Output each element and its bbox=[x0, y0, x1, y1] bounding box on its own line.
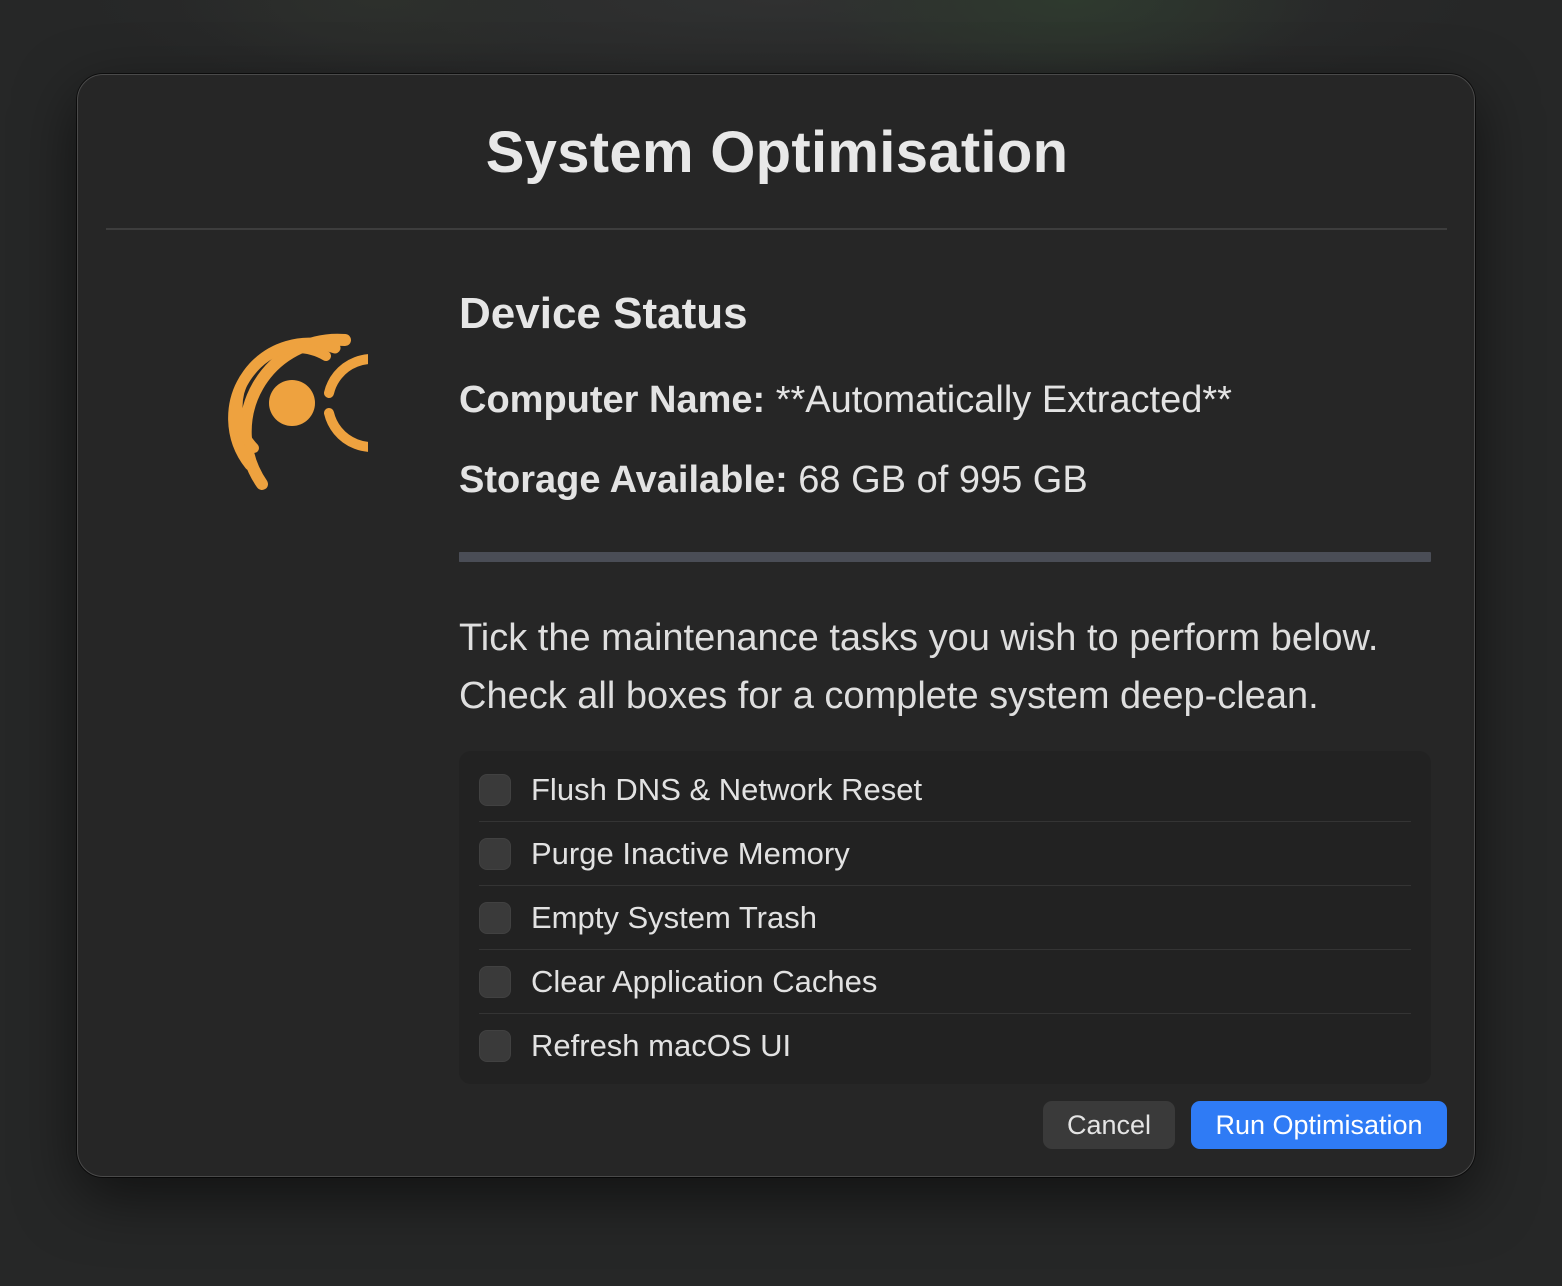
computer-name-label: Computer Name: bbox=[459, 379, 766, 421]
storage-row: Storage Available: 68 GB of 995 GB bbox=[459, 459, 1088, 502]
optimisation-dialog: System Optimisation Device Status Comput… bbox=[77, 74, 1475, 1177]
computer-name-row: Computer Name: **Automatically Extracted… bbox=[459, 379, 1232, 422]
run-optimisation-button[interactable]: Run Optimisation bbox=[1191, 1101, 1447, 1149]
cancel-button[interactable]: Cancel bbox=[1043, 1101, 1175, 1149]
storage-bar bbox=[459, 552, 1431, 562]
task-checkbox-flush-dns[interactable] bbox=[479, 774, 511, 806]
task-item-clear-caches[interactable]: Clear Application Caches bbox=[479, 950, 1411, 1014]
instructions-line-2: Check all boxes for a complete system de… bbox=[459, 675, 1319, 717]
task-item-flush-dns[interactable]: Flush DNS & Network Reset bbox=[479, 758, 1411, 822]
concentric-arcs-logo-icon bbox=[228, 333, 368, 490]
task-label: Purge Inactive Memory bbox=[531, 836, 850, 871]
task-checkbox-empty-trash[interactable] bbox=[479, 902, 511, 934]
task-label: Empty System Trash bbox=[531, 900, 817, 935]
storage-label: Storage Available: bbox=[459, 459, 788, 501]
task-label: Refresh macOS UI bbox=[531, 1028, 792, 1063]
device-status-heading: Device Status bbox=[459, 289, 748, 338]
task-item-empty-trash[interactable]: Empty System Trash bbox=[479, 886, 1411, 950]
instructions-text: Tick the maintenance tasks you wish to p… bbox=[459, 609, 1449, 725]
storage-value: 68 GB of 995 GB bbox=[798, 459, 1088, 501]
instructions-line-1: Tick the maintenance tasks you wish to p… bbox=[459, 617, 1379, 659]
task-checkbox-refresh-ui[interactable] bbox=[479, 1030, 511, 1062]
dialog-title: System Optimisation bbox=[485, 120, 1069, 185]
title-divider bbox=[106, 228, 1447, 230]
computer-name-value: **Automatically Extracted** bbox=[775, 379, 1232, 421]
task-item-purge-memory[interactable]: Purge Inactive Memory bbox=[479, 822, 1411, 886]
task-checkbox-purge-memory[interactable] bbox=[479, 838, 511, 870]
task-label: Flush DNS & Network Reset bbox=[531, 772, 923, 807]
task-item-refresh-ui[interactable]: Refresh macOS UI bbox=[479, 1014, 1411, 1078]
task-checkbox-clear-caches[interactable] bbox=[479, 966, 511, 998]
storage-bar-fill bbox=[459, 552, 526, 562]
task-list: Flush DNS & Network Reset Purge Inactive… bbox=[459, 751, 1431, 1084]
task-label: Clear Application Caches bbox=[531, 964, 878, 999]
